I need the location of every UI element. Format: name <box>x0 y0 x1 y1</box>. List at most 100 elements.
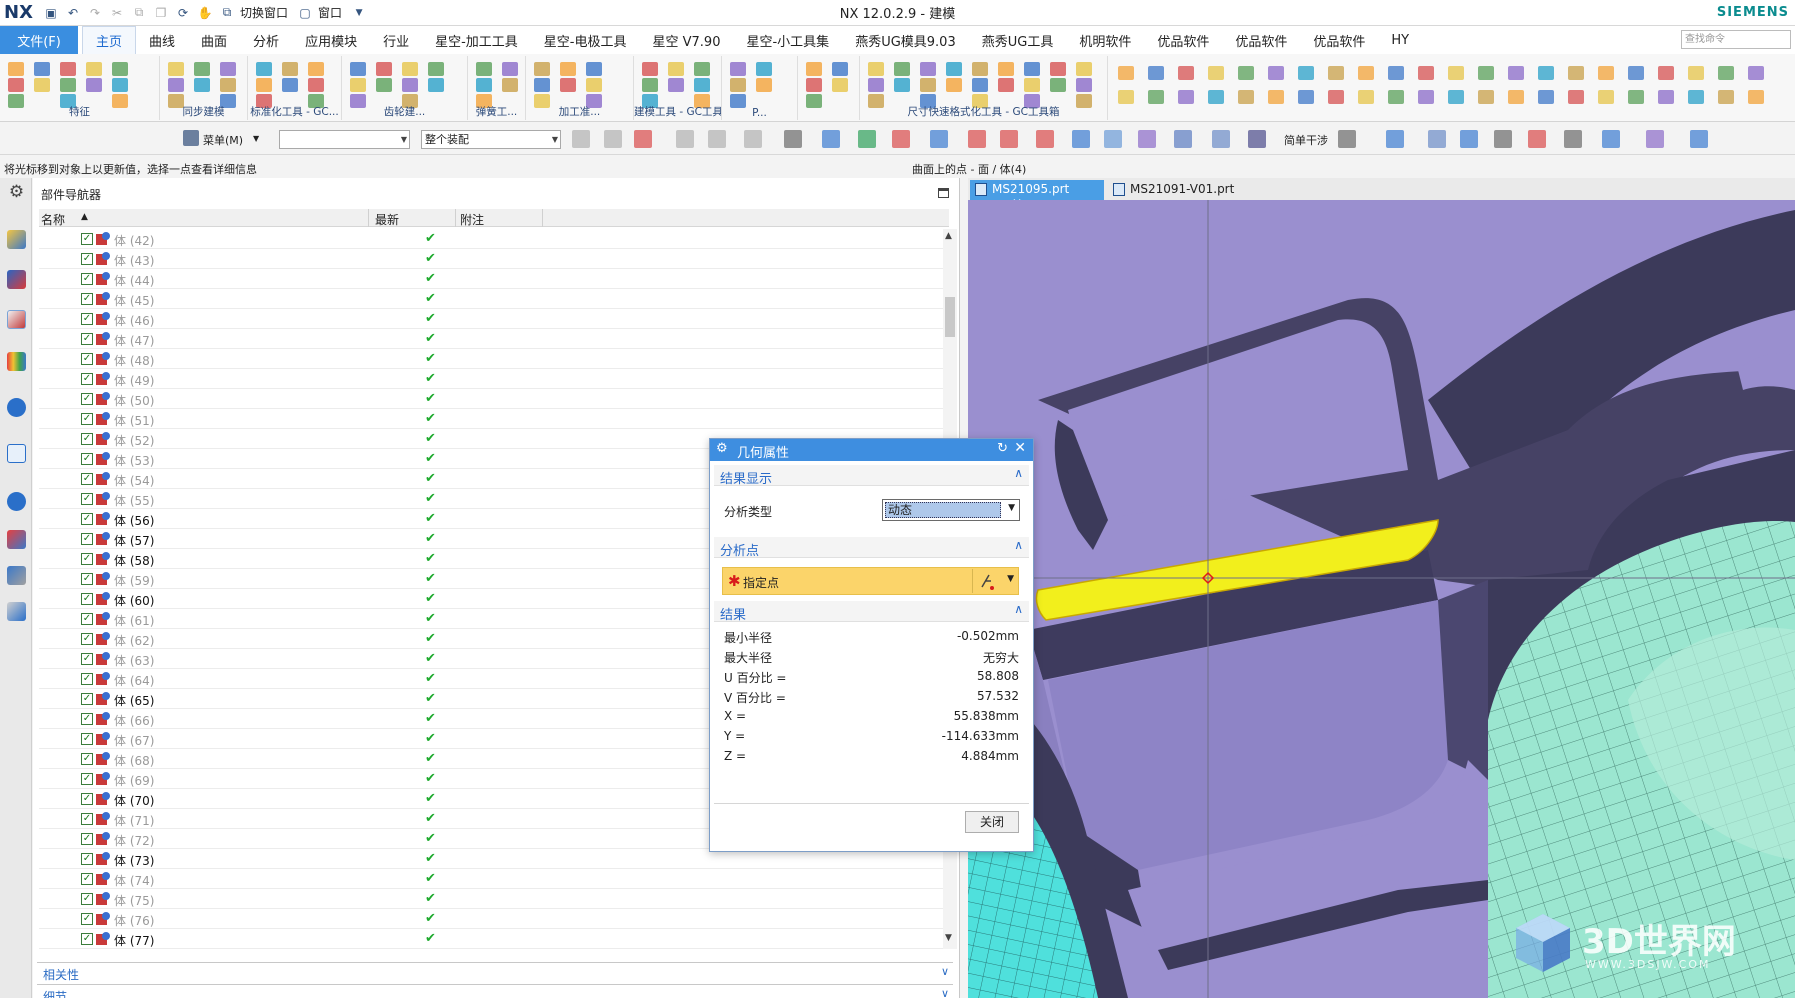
view-command-icon[interactable] <box>1508 90 1524 104</box>
ribbon-command-icon[interactable] <box>282 78 298 92</box>
view-command-icon[interactable] <box>1448 90 1464 104</box>
view-command-icon[interactable] <box>1718 90 1734 104</box>
ribbon-command-icon[interactable] <box>1024 62 1040 76</box>
ribbon-group-label[interactable]: 特征 <box>0 104 159 119</box>
visibility-checkbox[interactable]: ✓ <box>81 633 93 645</box>
reset-icon[interactable]: ↻ <box>997 441 1008 456</box>
ribbon-command-icon[interactable] <box>694 62 710 76</box>
ribbon-command-icon[interactable] <box>1076 62 1092 76</box>
view-command-icon[interactable] <box>1148 90 1164 104</box>
ribbon-group-label[interactable]: P... <box>722 107 797 119</box>
navigator-body-row[interactable]: ✓ 体 (48) ✔ <box>39 349 949 369</box>
ribbon-command-icon[interactable] <box>428 62 444 76</box>
ribbon-command-icon[interactable] <box>350 78 366 92</box>
view-command-icon[interactable] <box>1688 90 1704 104</box>
ribbon-command-icon[interactable] <box>8 78 24 92</box>
ribbon-tab-7[interactable]: 星空-电极工具 <box>531 26 640 54</box>
process-studio-icon[interactable] <box>7 530 26 549</box>
visibility-checkbox[interactable]: ✓ <box>81 833 93 845</box>
ribbon-command-icon[interactable] <box>972 62 988 76</box>
navigator-body-row[interactable]: ✓ 体 (42) ✔ <box>39 229 949 249</box>
ribbon-command-icon[interactable] <box>256 78 272 92</box>
selection-tool-icon[interactable] <box>1212 130 1230 148</box>
ribbon-command-icon[interactable] <box>194 78 210 92</box>
navigator-body-row[interactable]: ✓ 体 (49) ✔ <box>39 369 949 389</box>
visibility-checkbox[interactable]: ✓ <box>81 773 93 785</box>
selection-scope-select[interactable]: 整个装配 ▼ <box>421 130 561 149</box>
window-menu-button[interactable]: 窗口 <box>318 4 342 21</box>
selection-tool-icon[interactable] <box>708 130 726 148</box>
ribbon-group-label[interactable]: 尺寸快速格式化工具 - GC工具箱 <box>860 104 1107 119</box>
ribbon-command-icon[interactable] <box>502 62 518 76</box>
ribbon-command-icon[interactable] <box>112 62 128 76</box>
ribbon-tab-15[interactable]: 优品软件 <box>1300 26 1378 54</box>
visibility-checkbox[interactable]: ✓ <box>81 653 93 665</box>
ribbon-command-icon[interactable] <box>998 78 1014 92</box>
manufacturing-wizard-icon[interactable] <box>7 566 26 585</box>
selection-tool-icon[interactable] <box>930 130 948 148</box>
selection-tool-icon[interactable] <box>858 130 876 148</box>
ribbon-tab-4[interactable]: 应用模块 <box>292 26 370 54</box>
reuse-library-icon[interactable] <box>7 352 26 371</box>
navigator-body-row[interactable]: ✓ 体 (47) ✔ <box>39 329 949 349</box>
point-dialog-button[interactable] <box>972 569 998 593</box>
view-command-icon[interactable] <box>1118 90 1134 104</box>
ribbon-tab-0[interactable]: 主页 <box>82 26 137 54</box>
visibility-checkbox[interactable]: ✓ <box>81 613 93 625</box>
settings-gear-icon[interactable]: ⚙ <box>7 182 26 202</box>
cut-icon[interactable]: ✂ <box>108 4 126 22</box>
details-panel[interactable]: 细节 ∨ <box>37 984 953 998</box>
gear-icon[interactable]: ⚙ <box>716 441 728 456</box>
chevron-down-icon[interactable]: ∨ <box>941 987 949 998</box>
ribbon-command-icon[interactable] <box>668 78 684 92</box>
command-search-input[interactable]: 查找命令 <box>1681 30 1791 49</box>
ribbon-command-icon[interactable] <box>534 62 550 76</box>
ribbon-command-icon[interactable] <box>402 78 418 92</box>
ribbon-command-icon[interactable] <box>60 78 76 92</box>
window-icon[interactable]: ▢ <box>296 4 314 22</box>
view-command-icon[interactable] <box>1538 66 1554 80</box>
visibility-checkbox[interactable]: ✓ <box>81 473 93 485</box>
visibility-checkbox[interactable]: ✓ <box>81 913 93 925</box>
ribbon-command-icon[interactable] <box>282 62 298 76</box>
selection-tool-icon[interactable] <box>1528 130 1546 148</box>
ribbon-tab-10[interactable]: 燕秀UG模具9.03 <box>842 26 969 54</box>
visibility-checkbox[interactable]: ✓ <box>81 313 93 325</box>
chevron-down-icon[interactable]: ▼ <box>253 134 259 143</box>
ribbon-tab-6[interactable]: 星空-加工工具 <box>422 26 531 54</box>
ribbon-tab-1[interactable]: 曲线 <box>136 26 188 54</box>
ribbon-command-icon[interactable] <box>220 62 236 76</box>
ribbon-command-icon[interactable] <box>730 78 746 92</box>
selection-tool-icon[interactable] <box>1000 130 1018 148</box>
undo-icon[interactable]: ↶ <box>64 4 82 22</box>
view-command-icon[interactable] <box>1268 90 1284 104</box>
ribbon-group-label[interactable]: 齿轮建... <box>342 104 467 119</box>
analysis-type-select[interactable]: 动态 ▼ <box>882 499 1020 521</box>
visibility-checkbox[interactable]: ✓ <box>81 813 93 825</box>
chevron-up-icon[interactable]: ∧ <box>1014 466 1023 480</box>
view-command-icon[interactable] <box>1598 90 1614 104</box>
navigator-body-row[interactable]: ✓ 体 (45) ✔ <box>39 289 949 309</box>
ribbon-command-icon[interactable] <box>476 62 492 76</box>
ribbon-group-label[interactable]: 加工准... <box>526 104 633 119</box>
ribbon-group-label[interactable]: 标准化工具 - GC... <box>248 104 341 119</box>
visibility-checkbox[interactable]: ✓ <box>81 893 93 905</box>
ribbon-tab-5[interactable]: 行业 <box>370 26 422 54</box>
menu-icon[interactable] <box>183 130 199 146</box>
switch-window-button[interactable]: 切换窗口 <box>240 4 288 21</box>
dialog-title-bar[interactable]: ⚙ 几何属性 ↻ ✕ <box>710 439 1033 461</box>
ribbon-command-icon[interactable] <box>112 78 128 92</box>
navigator-body-row[interactable]: ✓ 体 (74) ✔ <box>39 869 949 889</box>
navigator-body-row[interactable]: ✓ 体 (77) ✔ <box>39 929 949 949</box>
ribbon-command-icon[interactable] <box>806 62 822 76</box>
ribbon-command-icon[interactable] <box>920 62 936 76</box>
redo-icon[interactable]: ↷ <box>86 4 104 22</box>
navigator-body-row[interactable]: ✓ 体 (43) ✔ <box>39 249 949 269</box>
copy-icon[interactable]: ⧉ <box>130 4 148 22</box>
ribbon-command-icon[interactable] <box>920 78 936 92</box>
view-command-icon[interactable] <box>1298 90 1314 104</box>
visibility-checkbox[interactable]: ✓ <box>81 753 93 765</box>
column-notes-header[interactable]: 附注 <box>460 211 484 228</box>
type-filter-select[interactable]: ▼ <box>279 130 410 149</box>
view-command-icon[interactable] <box>1718 66 1734 80</box>
